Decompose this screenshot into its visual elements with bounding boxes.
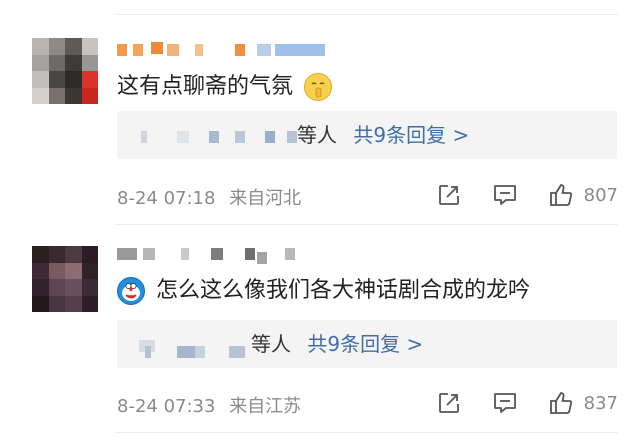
share-icon[interactable] <box>436 182 462 208</box>
comment-icon[interactable] <box>492 390 518 416</box>
comment-meta: 8-24 07:33 来自江苏 <box>117 392 301 418</box>
avatar[interactable] <box>32 38 98 104</box>
comment-location: 来自河北 <box>229 188 302 209</box>
like-count: 807 <box>583 184 618 206</box>
reply-users-suffix: 等人 <box>297 123 337 147</box>
like-count: 837 <box>583 392 618 414</box>
divider <box>115 224 618 225</box>
comment-icon[interactable] <box>492 182 518 208</box>
comment-location: 来自江苏 <box>229 396 302 417</box>
thumbs-up-icon <box>548 182 574 208</box>
comment-timestamp: 8-24 07:18 <box>117 188 216 209</box>
view-replies-link[interactable]: 共9条回复 > <box>353 123 469 147</box>
username-blurred[interactable] <box>117 248 307 264</box>
comment-text: 这有点聊斋的气氛 <box>117 72 333 102</box>
avatar[interactable] <box>32 246 98 312</box>
reply-preview-box[interactable]: 等人 共9条回复 > <box>117 320 617 368</box>
share-icon[interactable] <box>436 390 462 416</box>
divider <box>115 14 618 15</box>
reply-preview-box[interactable]: 等人 共9条回复 > <box>117 111 617 159</box>
reply-users-suffix: 等人 <box>251 332 291 356</box>
divider <box>115 432 618 433</box>
view-replies-link[interactable]: 共9条回复 > <box>307 332 423 356</box>
comment-text-content: 怎么这么像我们各大神话剧合成的龙吟 <box>156 278 531 303</box>
comment-actions: 837 <box>436 388 618 418</box>
comment-timestamp: 8-24 07:33 <box>117 396 216 417</box>
thumbs-up-icon <box>548 390 574 416</box>
doraemon-emoji-icon <box>117 277 145 305</box>
comment-actions: 807 <box>436 180 618 210</box>
comment-meta: 8-24 07:18 来自河北 <box>117 184 301 210</box>
username-blurred[interactable] <box>117 42 327 58</box>
shush-face-emoji-icon <box>304 73 333 101</box>
like-button[interactable]: 807 <box>548 182 618 208</box>
comment-text-content: 这有点聊斋的气氛 <box>117 74 294 99</box>
like-button[interactable]: 837 <box>548 390 618 416</box>
comment-text: 怎么这么像我们各大神话剧合成的龙吟 <box>117 276 530 306</box>
